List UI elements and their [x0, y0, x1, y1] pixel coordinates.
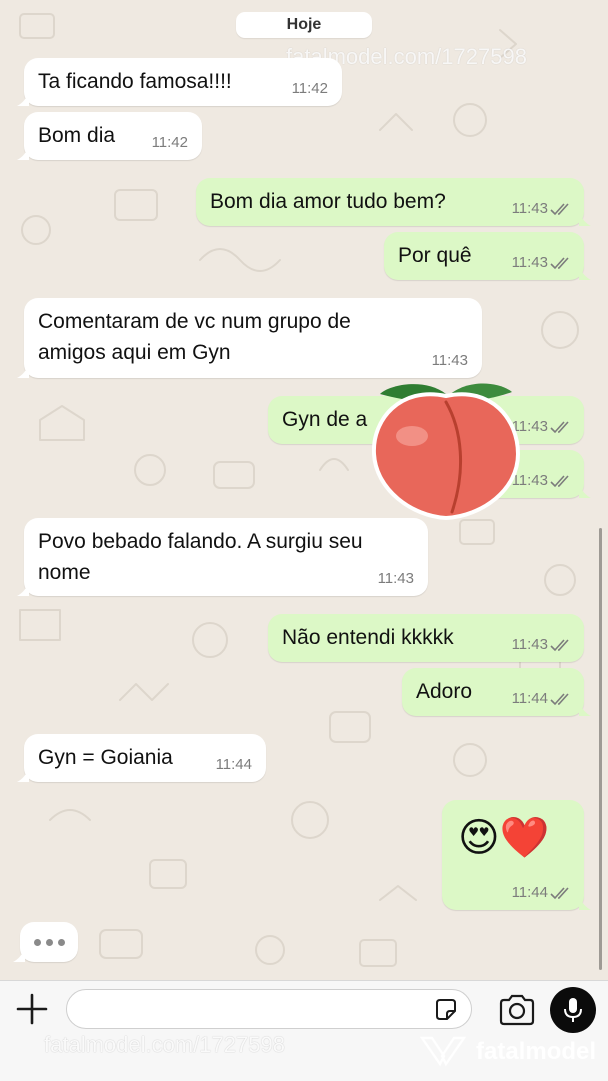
peach-icon	[372, 383, 520, 521]
read-receipt-icon	[550, 421, 569, 434]
message-time: 11:44	[215, 756, 252, 773]
message-time: 11:43	[377, 570, 414, 587]
typing-dots-icon	[13, 922, 78, 962]
watermark-url-bottom: fatalmodel.com/1727598	[44, 1032, 285, 1057]
message-time: 11:42	[291, 80, 328, 97]
read-receipt-icon	[550, 887, 569, 900]
brand-logo-icon	[419, 1036, 467, 1067]
read-receipt-icon	[550, 257, 569, 270]
message-text: Adoro	[416, 680, 473, 703]
plus-icon[interactable]	[14, 991, 50, 1027]
message-incoming[interactable]: Bom dia 11:42	[17, 112, 202, 160]
message-text: Por quê	[398, 244, 472, 267]
message-outgoing[interactable]: 😍❤️ 11:44	[442, 800, 591, 910]
message-time: 11:43	[511, 200, 548, 217]
message-text: Povo bebado falando. A surgiu seu nome	[38, 530, 363, 584]
message-input[interactable]	[66, 989, 472, 1029]
message-incoming[interactable]: Povo bebado falando. A surgiu seu nome 1…	[17, 518, 428, 596]
message-time: 11:43	[431, 352, 468, 369]
date-divider: Hoje	[236, 12, 372, 38]
read-receipt-icon	[550, 475, 569, 488]
message-outgoing[interactable]: Adoro 11:44	[402, 668, 591, 716]
message-incoming[interactable]: Ta ficando famosa!!!! 11:42	[17, 58, 342, 106]
message-incoming[interactable]: Comentaram de vc num grupo de amigos aqu…	[17, 298, 482, 378]
message-time: 11:42	[151, 134, 188, 151]
chat-area[interactable]: Hoje Ta ficando famosa!!!! 11:42 Bom dia…	[0, 0, 608, 980]
message-text: Ta ficando famosa!!!!	[38, 70, 232, 93]
message-incoming[interactable]: Gyn = Goiania 11:44	[17, 734, 266, 782]
message-text: Bom dia amor tudo bem?	[210, 190, 446, 213]
sticker-icon[interactable]	[433, 997, 459, 1023]
message-time: 11:43	[511, 636, 548, 653]
message-text: Não entendi kkkkk	[282, 626, 454, 649]
read-receipt-icon	[550, 693, 569, 706]
message-outgoing[interactable]: Não entendi kkkkk 11:43	[268, 614, 584, 662]
message-text: Gyn de a	[282, 408, 368, 431]
scrollbar[interactable]	[599, 528, 602, 970]
brand-logo-text: fatalmodel	[476, 1038, 597, 1065]
message-time: 11:43	[511, 254, 548, 271]
message-time: 11:44	[511, 884, 548, 901]
read-receipt-icon	[550, 639, 569, 652]
message-time: 11:44	[511, 690, 548, 707]
camera-icon[interactable]	[498, 994, 536, 1026]
message-outgoing[interactable]: Por quê 11:43	[384, 232, 591, 280]
message-text: Comentaram de vc num grupo de amigos aqu…	[38, 310, 351, 364]
brand-logo: fatalmodel	[418, 1034, 598, 1070]
message-text: Bom dia	[38, 124, 116, 147]
message-outgoing[interactable]: Bom dia amor tudo bem? 11:43	[196, 178, 591, 226]
message-emoji: 😍❤️	[458, 816, 550, 860]
message-text: Gyn = Goiania	[38, 746, 173, 769]
read-receipt-icon	[550, 203, 569, 216]
microphone-icon[interactable]	[550, 987, 596, 1033]
